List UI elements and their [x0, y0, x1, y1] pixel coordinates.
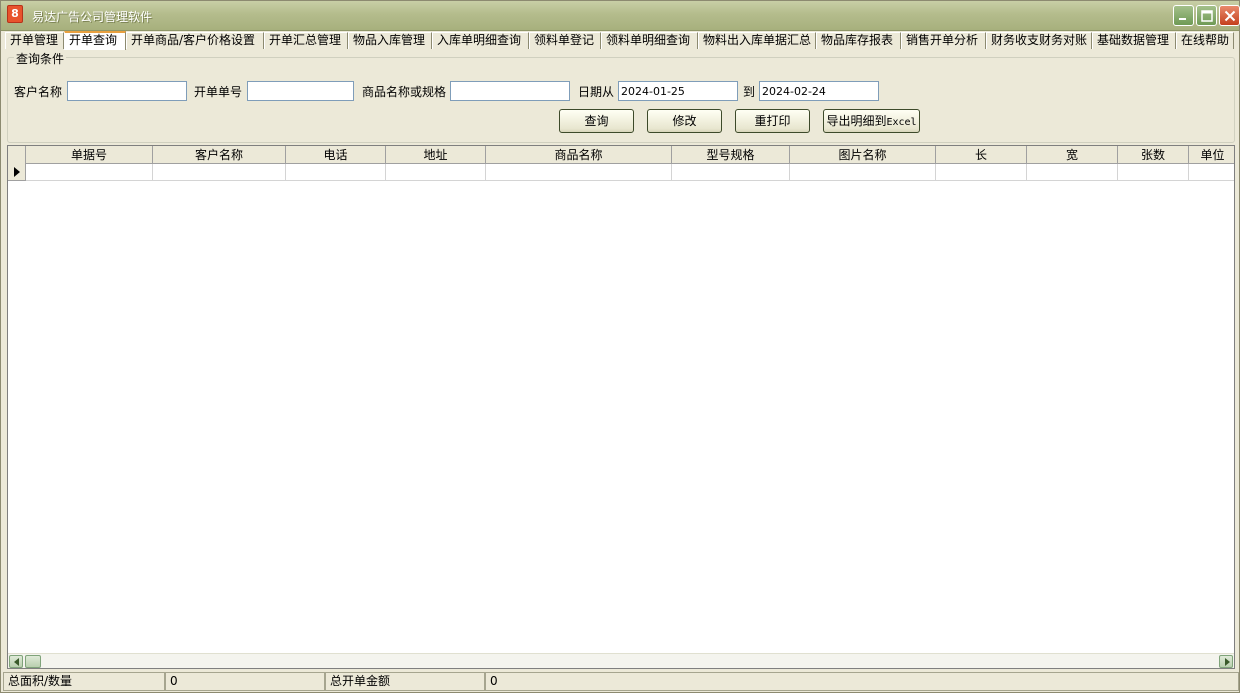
table-row[interactable]: [8, 164, 1234, 181]
table-cell[interactable]: [153, 164, 286, 181]
product-name-label: 商品名称或规格: [362, 85, 447, 99]
column-header[interactable]: 电话: [286, 146, 386, 164]
tab-finance[interactable]: 财务收支财务对账: [986, 32, 1092, 49]
tab-inventory-report[interactable]: 物品库存报表: [816, 32, 901, 49]
tab-basic-data[interactable]: 基础数据管理: [1092, 32, 1176, 49]
reprint-button[interactable]: 重打印: [735, 109, 810, 133]
tab-requisition[interactable]: 领料单登记: [529, 32, 601, 49]
main-tabbar: 开单管理 开单查询 开单商品/客户价格设置 开单汇总管理 物品入库管理 入库单明…: [5, 31, 1237, 50]
tab-stock-in-detail[interactable]: 入库单明细查询: [432, 32, 529, 49]
row-selector[interactable]: [8, 164, 26, 181]
arrow-left-icon: [14, 658, 19, 666]
table-cell[interactable]: [486, 164, 672, 181]
total-amount-value: 0: [485, 672, 1239, 691]
column-header[interactable]: 单据号: [26, 146, 153, 164]
query-group-legend: 查询条件: [14, 50, 67, 67]
column-header[interactable]: 型号规格: [672, 146, 790, 164]
maximize-icon: [1201, 10, 1213, 22]
tab-order-management[interactable]: 开单管理: [5, 32, 64, 49]
date-from-input[interactable]: [618, 81, 738, 101]
total-area-label: 总面积/数量: [3, 672, 165, 691]
table-cell[interactable]: [1189, 164, 1234, 181]
minimize-icon: [1179, 18, 1186, 20]
order-detail-grid[interactable]: 单据号 客户名称 电话 地址 商品名称 型号规格 图片名称 长 宽 张数 单位: [7, 145, 1235, 669]
status-bar: 总面积/数量 0 总开单金额 0: [3, 672, 1239, 692]
arrow-right-icon: [1225, 658, 1230, 666]
tab-order-query[interactable]: 开单查询: [64, 31, 126, 50]
edit-button[interactable]: 修改: [647, 109, 722, 133]
table-cell[interactable]: [286, 164, 386, 181]
tab-inout-summary[interactable]: 物料出入库单据汇总: [698, 32, 816, 49]
column-header[interactable]: 客户名称: [153, 146, 286, 164]
date-from-label: 日期从: [578, 85, 615, 99]
horizontal-scrollbar[interactable]: [8, 653, 1234, 668]
tab-online-help[interactable]: 在线帮助: [1176, 32, 1234, 49]
table-cell[interactable]: [1027, 164, 1118, 181]
tab-price-settings[interactable]: 开单商品/客户价格设置: [126, 32, 264, 49]
close-button[interactable]: [1219, 5, 1240, 26]
export-excel-button[interactable]: 导出明细到Excel: [823, 109, 920, 133]
tab-order-summary[interactable]: 开单汇总管理: [264, 32, 348, 49]
scroll-right-button[interactable]: [1219, 655, 1233, 668]
total-amount-label: 总开单金额: [325, 672, 485, 691]
column-header[interactable]: 长: [936, 146, 1027, 164]
total-area-value: 0: [165, 672, 325, 691]
column-header[interactable]: 地址: [386, 146, 486, 164]
maximize-button[interactable]: [1196, 5, 1217, 26]
customer-name-label: 客户名称: [14, 85, 63, 99]
column-header[interactable]: 单位: [1189, 146, 1234, 164]
query-conditions-group: 查询条件 客户名称 开单单号 商品名称或规格 日期从 到 查询 修改 重打印 导…: [7, 50, 1235, 143]
table-cell[interactable]: [936, 164, 1027, 181]
title-bar[interactable]: 8 易达广告公司管理软件: [1, 1, 1240, 31]
table-cell[interactable]: [672, 164, 790, 181]
export-button-label: 导出明细到: [826, 114, 887, 128]
product-name-input[interactable]: [450, 81, 570, 101]
scrollbar-thumb[interactable]: [25, 655, 41, 668]
table-cell[interactable]: [790, 164, 936, 181]
grid-header: 单据号 客户名称 电话 地址 商品名称 型号规格 图片名称 长 宽 张数 单位: [8, 146, 1234, 164]
column-header[interactable]: 宽: [1027, 146, 1118, 164]
column-header[interactable]: 张数: [1118, 146, 1189, 164]
grid-corner: [8, 146, 26, 164]
app-window: 8 易达广告公司管理软件 开单管理 开单查询 开单商品/客户价格设置 开单汇总管…: [0, 0, 1240, 693]
order-number-input[interactable]: [247, 81, 354, 101]
export-button-format: Excel: [886, 117, 917, 128]
current-row-arrow-icon: [14, 167, 20, 177]
tab-stock-in[interactable]: 物品入库管理: [348, 32, 432, 49]
order-number-label: 开单单号: [194, 85, 243, 99]
scroll-left-button[interactable]: [9, 655, 23, 668]
app-logo-icon: 8: [7, 5, 23, 23]
column-header[interactable]: 图片名称: [790, 146, 936, 164]
customer-name-input[interactable]: [67, 81, 187, 101]
close-icon: [1224, 10, 1236, 22]
column-header[interactable]: 商品名称: [486, 146, 672, 164]
date-to-input[interactable]: [759, 81, 879, 101]
date-to-label: 到: [743, 85, 756, 99]
tab-sales-analysis[interactable]: 销售开单分析: [901, 32, 986, 49]
tab-requisition-detail[interactable]: 领料单明细查询: [601, 32, 698, 49]
window-title: 易达广告公司管理软件: [32, 10, 153, 24]
minimize-button[interactable]: [1173, 5, 1194, 26]
table-cell[interactable]: [386, 164, 486, 181]
search-button[interactable]: 查询: [559, 109, 634, 133]
table-cell[interactable]: [26, 164, 153, 181]
table-cell[interactable]: [1118, 164, 1189, 181]
